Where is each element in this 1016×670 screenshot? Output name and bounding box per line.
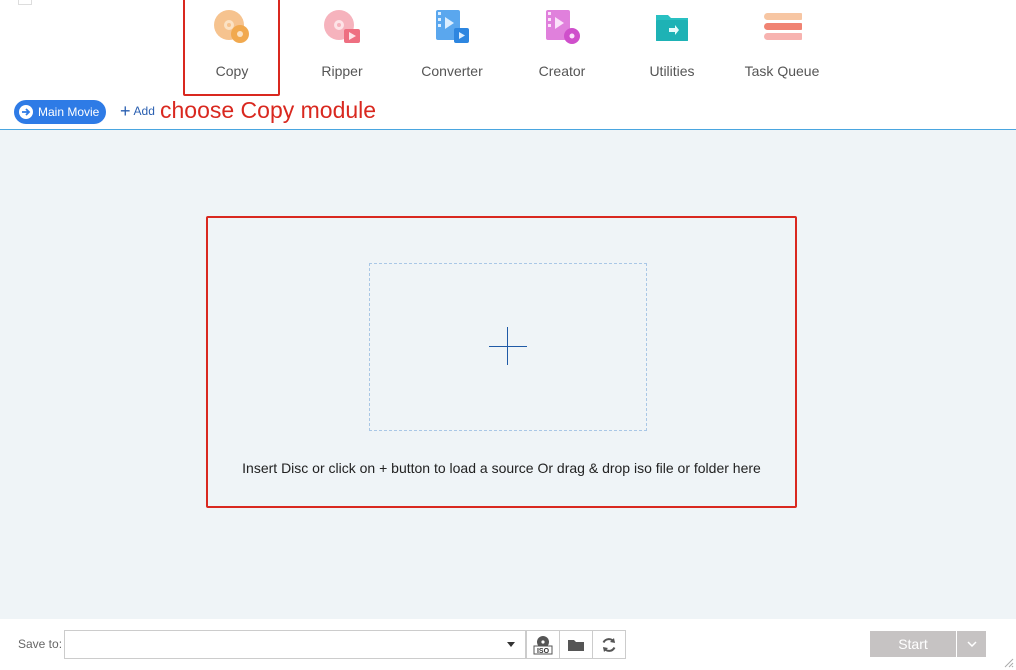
refresh-icon xyxy=(602,637,616,652)
load-source-dropzone[interactable] xyxy=(369,263,647,431)
module-converter[interactable]: Converter xyxy=(404,0,500,92)
copy-highlight-box xyxy=(183,0,280,96)
module-utilities[interactable]: Utilities xyxy=(624,0,720,92)
converter-film-icon xyxy=(436,10,469,43)
save-to-label: Save to: xyxy=(18,637,63,651)
refresh-button[interactable] xyxy=(592,630,626,659)
dropzone-hint: Insert Disc or click on + button to load… xyxy=(242,460,761,476)
ripper-disc-icon xyxy=(324,10,360,43)
iso-output-button[interactable]: ISO xyxy=(526,630,560,659)
window-corner-mark xyxy=(18,0,32,5)
plus-icon: + xyxy=(120,101,131,121)
chevron-down-icon xyxy=(966,641,977,647)
module-creator-label: Creator xyxy=(538,63,586,79)
annotation-text: choose Copy module xyxy=(160,97,377,123)
svg-text:ISO: ISO xyxy=(537,648,550,655)
module-converter-label: Converter xyxy=(421,63,483,79)
save-to-select[interactable] xyxy=(64,630,526,659)
start-button[interactable]: Start xyxy=(870,631,956,657)
module-ripper-label: Ripper xyxy=(321,63,363,79)
module-creator[interactable]: Creator xyxy=(514,0,610,92)
resize-grip-icon[interactable] xyxy=(1002,656,1014,668)
chevron-down-icon[interactable] xyxy=(507,642,515,647)
module-task-queue-label: Task Queue xyxy=(744,63,820,79)
task-queue-list-icon xyxy=(764,13,802,40)
main-movie-button[interactable]: Main Movie xyxy=(14,100,106,124)
module-utilities-label: Utilities xyxy=(649,63,695,79)
start-label: Start xyxy=(898,636,928,652)
utilities-folder-icon xyxy=(656,15,688,41)
module-ripper[interactable]: Ripper xyxy=(294,0,390,92)
browse-folder-button[interactable] xyxy=(559,630,593,659)
add-button[interactable]: + Add xyxy=(120,101,155,121)
folder-icon xyxy=(568,639,584,651)
main-movie-label: Main Movie xyxy=(38,105,100,119)
module-task-queue[interactable]: Task Queue xyxy=(734,0,830,92)
add-label: Add xyxy=(133,104,155,118)
creator-film-icon xyxy=(546,10,580,44)
start-options-button[interactable] xyxy=(957,631,986,657)
iso-disc-icon: ISO xyxy=(533,635,553,655)
arrow-right-circle-icon xyxy=(19,105,33,119)
